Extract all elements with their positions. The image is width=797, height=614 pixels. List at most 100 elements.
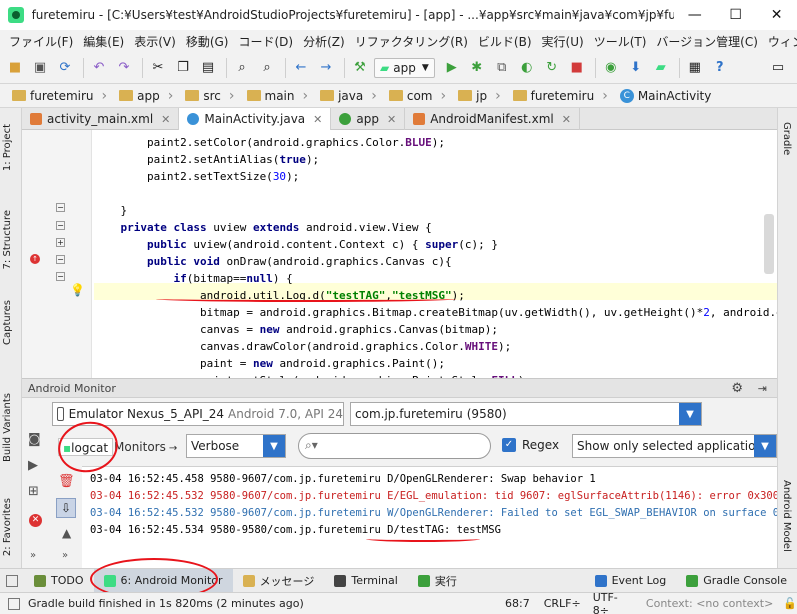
tab-build-variants[interactable]: Build Variants bbox=[2, 393, 13, 462]
terminate-icon[interactable]: ✕ bbox=[29, 514, 42, 527]
fold-icon[interactable]: − bbox=[56, 272, 65, 281]
tool-todo[interactable]: TODO bbox=[24, 574, 94, 587]
coverage-icon[interactable]: ◐ bbox=[516, 57, 538, 79]
app-filter-select[interactable]: Show only selected application ▼ bbox=[572, 434, 777, 458]
menu-item-6[interactable]: リファクタリング(R) bbox=[350, 33, 473, 50]
copy-icon[interactable]: ❐ bbox=[172, 57, 194, 79]
menu-item-3[interactable]: 移動(G) bbox=[181, 33, 234, 50]
tab-android-model[interactable]: Android Model bbox=[781, 480, 792, 552]
menu-item-9[interactable]: ツール(T) bbox=[589, 33, 652, 50]
paste-icon[interactable]: ▤ bbox=[197, 57, 219, 79]
tab-main-activity-java[interactable]: MainActivity.java ✕ bbox=[179, 108, 332, 130]
layout-icon[interactable]: ▭ bbox=[767, 57, 789, 79]
log-search-box[interactable]: ⌕▾ bbox=[298, 433, 491, 459]
toggle-tool-window-icon[interactable] bbox=[6, 574, 18, 587]
tool-event-log[interactable]: Event Log bbox=[585, 574, 677, 587]
process-select[interactable]: com.jp.furetemiru (9580) ▼ bbox=[350, 402, 702, 426]
lock-icon[interactable]: 🔓 bbox=[783, 597, 797, 610]
undo-icon[interactable]: ↶ bbox=[88, 57, 110, 79]
menu-item-8[interactable]: 実行(U) bbox=[537, 33, 589, 50]
tool-run[interactable]: 実行 bbox=[408, 573, 467, 589]
fold-icon[interactable]: − bbox=[56, 255, 65, 264]
tab-android-manifest[interactable]: AndroidManifest.xml ✕ bbox=[405, 108, 580, 130]
scroll-to-end-icon[interactable]: ⇩ bbox=[56, 498, 76, 518]
breadcrumb-item-3[interactable]: main bbox=[243, 88, 317, 104]
menu-item-11[interactable]: ウィンドウ(W) bbox=[763, 33, 797, 50]
back-icon[interactable]: ← bbox=[290, 57, 312, 79]
project-structure-icon[interactable]: ▦ bbox=[684, 57, 706, 79]
make-project-icon[interactable]: ⚒ bbox=[349, 57, 371, 79]
menu-item-2[interactable]: 表示(V) bbox=[129, 33, 181, 50]
override-marker-icon[interactable]: ↑ bbox=[30, 254, 40, 264]
run-config-select[interactable]: ▰ app ▼ bbox=[374, 57, 435, 78]
sdk-manager-icon[interactable]: ⬇ bbox=[625, 57, 647, 79]
tool-gradle-console[interactable]: Gradle Console bbox=[676, 574, 797, 587]
menu-item-4[interactable]: コード(D) bbox=[233, 33, 298, 50]
record-icon[interactable]: ▶ bbox=[28, 458, 38, 473]
device-monitor-icon[interactable]: ▰ bbox=[650, 57, 672, 79]
attach-debugger-icon[interactable]: ⧉ bbox=[491, 57, 513, 79]
open-folder-icon[interactable]: ■ bbox=[4, 57, 26, 79]
menu-item-7[interactable]: ビルド(B) bbox=[473, 33, 537, 50]
fold-icon[interactable]: − bbox=[56, 203, 65, 212]
breadcrumb-item-4[interactable]: java bbox=[316, 88, 385, 104]
regex-checkbox[interactable]: ✓ bbox=[502, 438, 516, 452]
help-icon[interactable]: ? bbox=[709, 57, 731, 79]
tab-favorites[interactable]: 2: Favorites bbox=[2, 498, 13, 556]
lightbulb-icon[interactable]: 💡 bbox=[70, 283, 85, 297]
menu-item-0[interactable]: ファイル(F) bbox=[4, 33, 78, 50]
tab-captures[interactable]: Captures bbox=[2, 300, 13, 345]
close-icon[interactable]: ✕ bbox=[161, 113, 170, 126]
up-arrow-icon[interactable]: ▲ bbox=[62, 526, 71, 540]
maximize-button[interactable]: ☐ bbox=[715, 0, 756, 30]
tab-project[interactable]: 1: Project bbox=[2, 124, 13, 171]
close-button[interactable]: ✕ bbox=[756, 0, 797, 30]
find-icon[interactable]: ⌕ bbox=[231, 57, 253, 79]
breadcrumb-item-0[interactable]: furetemiru bbox=[8, 88, 115, 104]
tab-monitors[interactable]: Monitors → bbox=[114, 438, 177, 456]
breadcrumb-item-2[interactable]: src bbox=[181, 88, 242, 104]
breadcrumb-item-8[interactable]: C MainActivity bbox=[616, 88, 728, 103]
file-encoding[interactable]: UTF-8÷ bbox=[593, 591, 634, 614]
tab-gradle[interactable]: Gradle bbox=[781, 122, 792, 155]
status-toggle-icon[interactable] bbox=[8, 597, 20, 610]
close-icon[interactable]: ✕ bbox=[313, 113, 322, 126]
tool-messages[interactable]: メッセージ bbox=[233, 573, 325, 589]
system-info-icon[interactable]: ⊞ bbox=[28, 484, 39, 499]
menu-item-1[interactable]: 編集(E) bbox=[78, 33, 129, 50]
more-icon[interactable]: » bbox=[62, 550, 68, 561]
menu-item-10[interactable]: バージョン管理(C) bbox=[651, 33, 763, 50]
breadcrumb-item-1[interactable]: app bbox=[115, 88, 181, 104]
clear-logcat-icon[interactable]: 🗑 bbox=[58, 474, 75, 489]
more-icon[interactable]: » bbox=[30, 550, 36, 561]
breadcrumb-item-5[interactable]: com bbox=[385, 88, 454, 104]
fold-icon[interactable]: + bbox=[56, 238, 65, 247]
editor-scrollbar[interactable] bbox=[764, 214, 774, 274]
tool-terminal[interactable]: Terminal bbox=[324, 574, 408, 587]
debug-icon[interactable]: ✱ bbox=[466, 57, 488, 79]
tab-activity-main-xml[interactable]: activity_main.xml ✕ bbox=[22, 108, 180, 130]
caret-position[interactable]: 68:7 bbox=[505, 597, 530, 610]
cut-icon[interactable]: ✂ bbox=[147, 57, 169, 79]
fold-icon[interactable]: − bbox=[56, 221, 65, 230]
run-icon[interactable]: ▶ bbox=[441, 57, 463, 79]
apply-changes-icon[interactable]: ↻ bbox=[541, 57, 563, 79]
settings-gear-icon[interactable]: ⚙ bbox=[731, 379, 743, 398]
breadcrumb-item-6[interactable]: jp bbox=[454, 88, 509, 104]
tab-app-gradle[interactable]: app ✕ bbox=[331, 108, 406, 130]
minimize-button[interactable]: — bbox=[674, 0, 715, 30]
hide-panel-icon[interactable]: ⇥ bbox=[758, 379, 767, 398]
forward-icon[interactable]: → bbox=[315, 57, 337, 79]
screenshot-icon[interactable]: ◙ bbox=[28, 432, 41, 447]
save-icon[interactable]: ▣ bbox=[29, 57, 51, 79]
menu-item-5[interactable]: 分析(Z) bbox=[298, 33, 350, 50]
replace-icon[interactable]: ⌕ bbox=[256, 57, 278, 79]
close-icon[interactable]: ✕ bbox=[387, 113, 396, 126]
line-separator[interactable]: CRLF÷ bbox=[544, 597, 581, 610]
stop-icon[interactable]: ■ bbox=[566, 57, 588, 79]
avd-manager-icon[interactable]: ◉ bbox=[600, 57, 622, 79]
log-level-select[interactable]: Verbose ▼ bbox=[186, 434, 286, 458]
code-editor[interactable]: − − + ↑ − − 💡 paint2.setColor(android.gr… bbox=[22, 130, 777, 378]
logcat-output[interactable]: 03-04 16:52:45.458 9580-9607/com.jp.fure… bbox=[82, 466, 777, 568]
redo-icon[interactable]: ↷ bbox=[113, 57, 135, 79]
